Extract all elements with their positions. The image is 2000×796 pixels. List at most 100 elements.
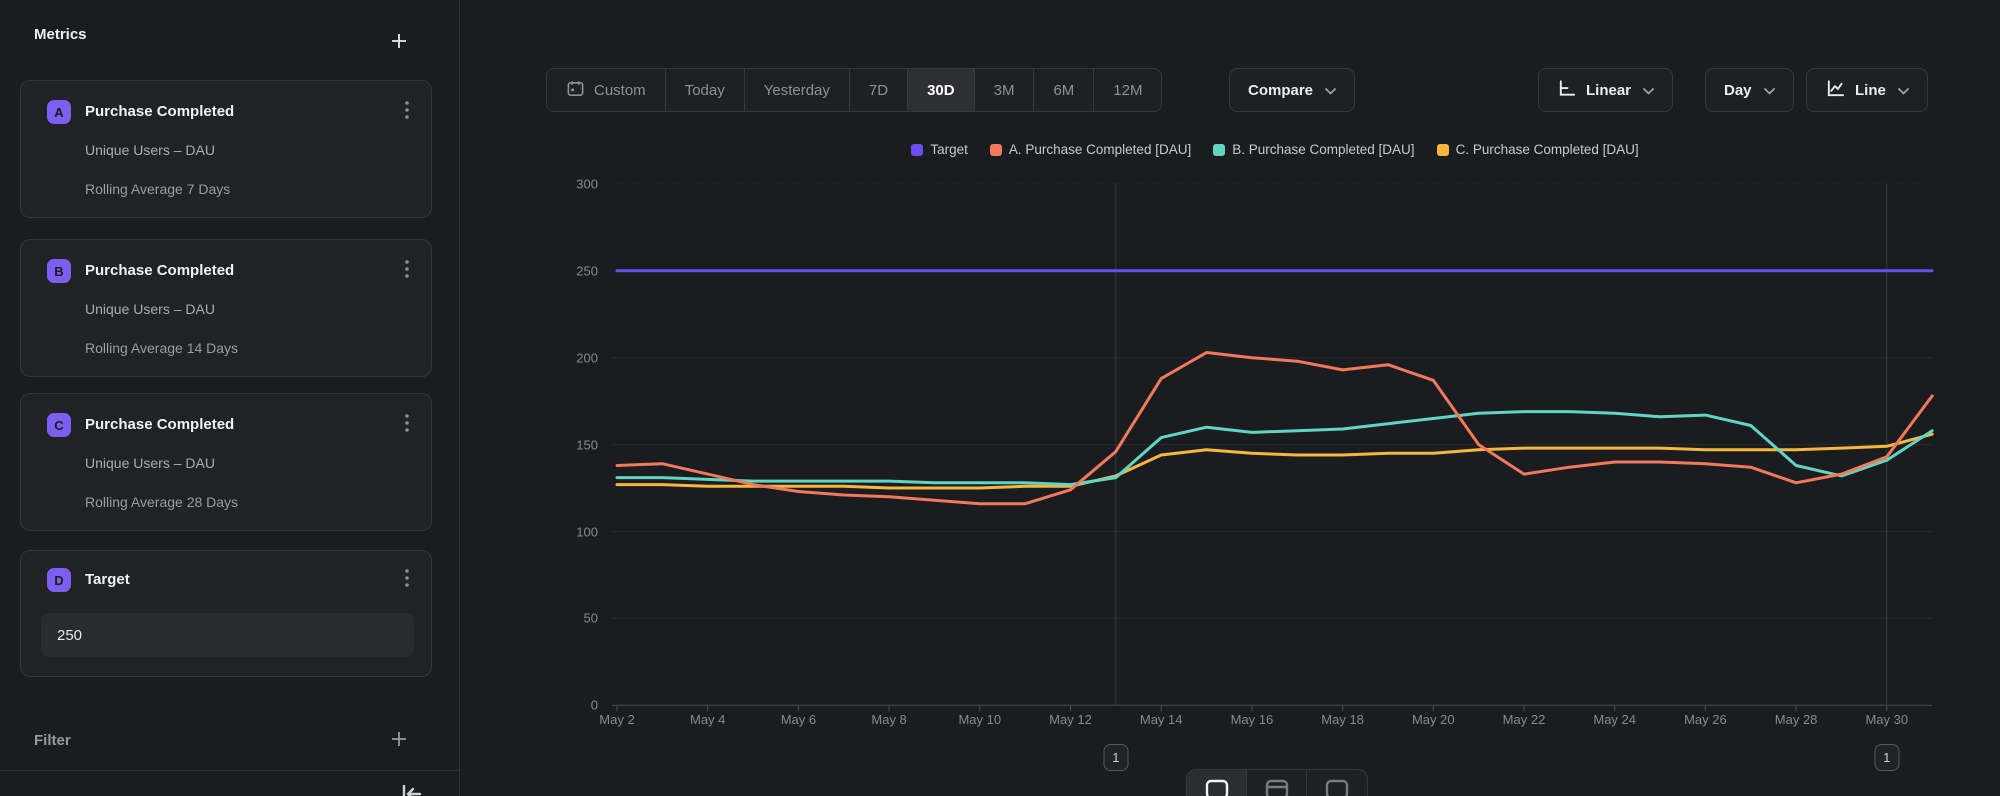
- line-chart[interactable]: [580, 175, 1970, 735]
- add-metric-button[interactable]: [386, 30, 412, 56]
- legend-label: A. Purchase Completed [DAU]: [1009, 142, 1191, 157]
- metric-badge: C: [47, 413, 71, 437]
- plus-icon: [389, 729, 409, 754]
- y-axis-label: 150: [576, 437, 598, 452]
- scale-selector-button[interactable]: Linear: [1538, 68, 1673, 112]
- kebab-icon: [405, 414, 409, 437]
- legend-label: Target: [930, 142, 968, 157]
- series-line: [617, 412, 1932, 485]
- table-view-icon: [1264, 778, 1290, 796]
- x-axis-label: May 20: [1412, 712, 1455, 727]
- range-label: 3M: [994, 82, 1015, 99]
- sidebar-divider: [0, 770, 460, 771]
- range-12m[interactable]: 12M: [1094, 69, 1161, 111]
- range-today[interactable]: Today: [666, 69, 745, 111]
- annotation-badge[interactable]: 1: [1874, 744, 1899, 771]
- sidebar: Metrics A Purchase Completed Unique User…: [0, 0, 460, 796]
- legend-item[interactable]: C. Purchase Completed [DAU]: [1437, 142, 1639, 157]
- add-filter-button[interactable]: [386, 728, 412, 754]
- x-axis-label: May 4: [690, 712, 725, 727]
- legend-item[interactable]: A. Purchase Completed [DAU]: [990, 142, 1191, 157]
- metric-menu-button[interactable]: [395, 412, 419, 438]
- compare-button[interactable]: Compare: [1229, 68, 1355, 112]
- view-toggle-chart-button[interactable]: [1187, 770, 1247, 796]
- scale-label: Linear: [1586, 82, 1631, 99]
- legend-swatch: [990, 144, 1002, 156]
- x-axis-label: May 28: [1775, 712, 1818, 727]
- metric-menu-button[interactable]: [395, 258, 419, 284]
- view-toggle-table-button[interactable]: [1247, 770, 1307, 796]
- metric-title: Purchase Completed: [85, 262, 234, 279]
- y-axis-label: 0: [591, 698, 598, 713]
- range-label: Yesterday: [764, 82, 830, 99]
- range-custom[interactable]: Custom: [547, 69, 666, 111]
- metric-menu-button[interactable]: [395, 99, 419, 125]
- range-7d[interactable]: 7D: [850, 69, 908, 111]
- range-label: Custom: [594, 82, 646, 99]
- chevron-down-icon: [1325, 82, 1336, 99]
- metric-badge: D: [47, 568, 71, 592]
- kebab-icon: [405, 569, 409, 592]
- metric-card-a[interactable]: A Purchase Completed Unique Users – DAU …: [20, 80, 432, 218]
- collapse-sidebar-button[interactable]: [398, 781, 426, 796]
- metric-title: Purchase Completed: [85, 416, 234, 433]
- target-card[interactable]: D Target: [20, 550, 432, 677]
- chart-type-selector-button[interactable]: Line: [1806, 68, 1928, 112]
- calendar-icon: [566, 79, 585, 102]
- range-label: 12M: [1113, 82, 1142, 99]
- legend-item[interactable]: Target: [911, 142, 968, 157]
- x-axis-label: May 24: [1593, 712, 1636, 727]
- metric-detail: Rolling Average 7 Days: [85, 181, 230, 197]
- metric-menu-button[interactable]: [395, 567, 419, 593]
- view-toggle-split-button[interactable]: [1307, 770, 1367, 796]
- line-chart-icon: [1825, 79, 1845, 102]
- x-axis-label: May 14: [1140, 712, 1183, 727]
- x-axis-label: May 30: [1865, 712, 1908, 727]
- legend-label: C. Purchase Completed [DAU]: [1456, 142, 1639, 157]
- y-axis-label: 50: [584, 611, 598, 626]
- kebab-icon: [405, 101, 409, 124]
- metric-detail: Rolling Average 14 Days: [85, 340, 238, 356]
- metric-measure: Unique Users – DAU: [85, 142, 215, 158]
- compare-label: Compare: [1248, 82, 1313, 99]
- chart-view-icon: [1204, 778, 1230, 796]
- metric-card-c[interactable]: C Purchase Completed Unique Users – DAU …: [20, 393, 432, 531]
- x-axis-label: May 10: [958, 712, 1001, 727]
- range-30d[interactable]: 30D: [908, 69, 975, 111]
- date-range-control: Custom Today Yesterday 7D 30D 3M 6M 12M: [546, 68, 1162, 112]
- chart-legend: Target A. Purchase Completed [DAU] B. Purc…: [580, 142, 1970, 157]
- x-axis-label: May 6: [781, 712, 816, 727]
- x-axis-label: May 18: [1321, 712, 1364, 727]
- interval-label: Day: [1724, 82, 1752, 99]
- metric-badge: B: [47, 259, 71, 283]
- legend-swatch: [1437, 144, 1449, 156]
- x-axis-label: May 12: [1049, 712, 1092, 727]
- metrics-header: Metrics: [34, 26, 87, 43]
- chevron-down-icon: [1643, 82, 1654, 99]
- x-axis-label: May 2: [599, 712, 634, 727]
- axis-icon: [1557, 79, 1576, 102]
- target-title: Target: [85, 571, 130, 588]
- chevron-down-icon: [1764, 82, 1775, 99]
- range-label: 30D: [927, 82, 955, 99]
- legend-item[interactable]: B. Purchase Completed [DAU]: [1213, 142, 1414, 157]
- view-toggle-group: [1186, 769, 1368, 796]
- x-axis-label: May 8: [871, 712, 906, 727]
- metric-detail: Rolling Average 28 Days: [85, 494, 238, 510]
- range-label: 6M: [1053, 82, 1074, 99]
- metric-badge: A: [47, 100, 71, 124]
- x-axis-label: May 26: [1684, 712, 1727, 727]
- legend-swatch: [911, 144, 923, 156]
- annotation-badge[interactable]: 1: [1103, 744, 1128, 771]
- target-value-input[interactable]: [41, 613, 414, 657]
- interval-selector-button[interactable]: Day: [1705, 68, 1794, 112]
- y-axis-label: 100: [576, 524, 598, 539]
- range-6m[interactable]: 6M: [1034, 69, 1094, 111]
- chart-type-label: Line: [1855, 82, 1886, 99]
- metric-card-b[interactable]: B Purchase Completed Unique Users – DAU …: [20, 239, 432, 377]
- range-yesterday[interactable]: Yesterday: [745, 69, 850, 111]
- y-axis-label: 250: [576, 263, 598, 278]
- x-axis-label: May 16: [1231, 712, 1274, 727]
- range-3m[interactable]: 3M: [975, 69, 1035, 111]
- range-label: 7D: [869, 82, 888, 99]
